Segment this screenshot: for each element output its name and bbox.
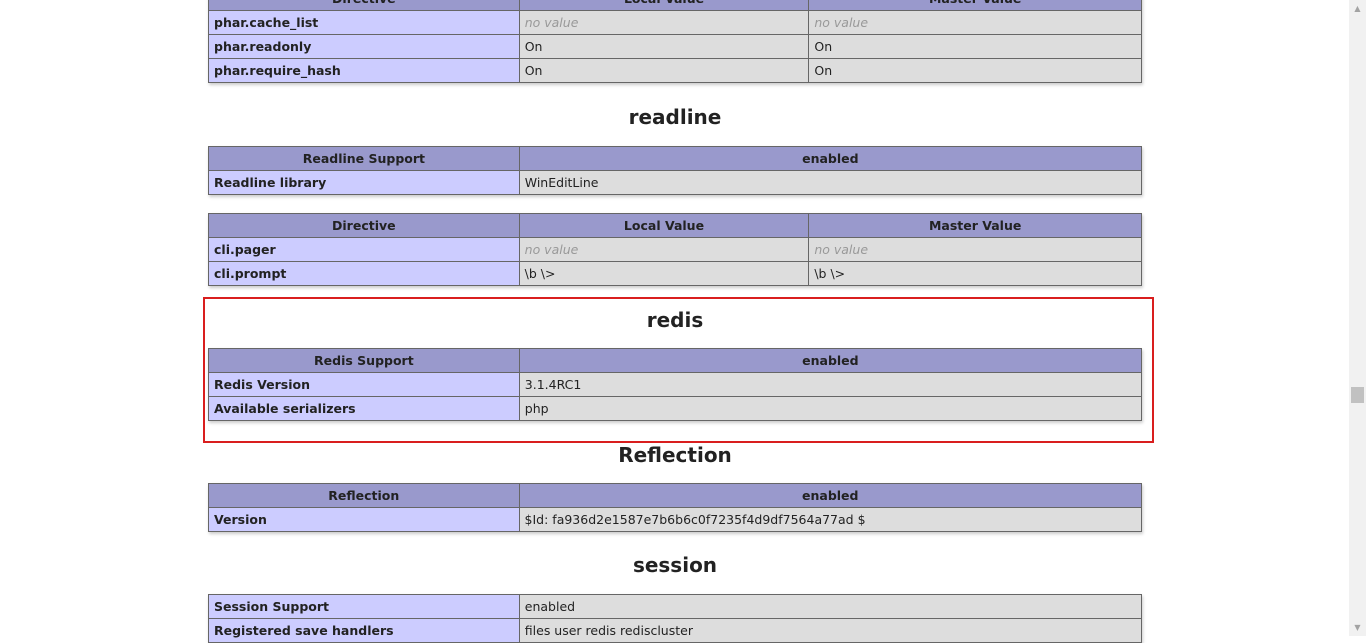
setting-value: 3.1.4RC1	[518, 372, 1143, 397]
directive-name: cli.prompt	[208, 261, 520, 286]
table-row: cli.prompt \b \> \b \>	[208, 261, 1142, 286]
table-header-row: Directive Local Value Master Value	[208, 0, 1142, 11]
scroll-up-arrow-icon[interactable]: ▲	[1349, 0, 1366, 17]
vertical-scrollbar[interactable]: ▲ ▼	[1349, 0, 1366, 636]
column-header: enabled	[518, 146, 1143, 171]
table-row: phar.cache_list no value no value	[208, 10, 1142, 35]
column-header: Redis Support	[208, 348, 520, 373]
directive-name: phar.cache_list	[208, 10, 520, 35]
column-header: Readline Support	[208, 146, 520, 171]
setting-value: $Id: fa936d2e1587e7b6b6c0f7235f4d9df7564…	[518, 507, 1143, 532]
setting-value: enabled	[518, 594, 1143, 619]
local-value: \b \>	[518, 261, 810, 286]
section-title-reflection: Reflection	[618, 443, 732, 467]
table-header-row: Readline Support enabled	[208, 146, 1143, 171]
readline-directives-table: Directive Local Value Master Value cli.p…	[208, 213, 1142, 286]
table-header-row: Directive Local Value Master Value	[208, 213, 1142, 238]
table-row: phar.require_hash On On	[208, 58, 1142, 83]
setting-name: Readline library	[208, 170, 520, 195]
phar-directives-table: Directive Local Value Master Value phar.…	[208, 0, 1142, 83]
table-row: Version $Id: fa936d2e1587e7b6b6c0f7235f4…	[208, 507, 1143, 532]
setting-value: files user redis rediscluster	[518, 618, 1143, 643]
column-header: Master Value	[808, 213, 1142, 238]
directive-name: cli.pager	[208, 237, 520, 262]
setting-value: php	[518, 396, 1143, 421]
setting-name: Session Support	[208, 594, 520, 619]
redis-info-table: Redis Support enabled Redis Version 3.1.…	[208, 348, 1143, 421]
master-value: On	[808, 58, 1142, 83]
readline-info-table: Readline Support enabled Readline librar…	[208, 146, 1143, 195]
table-row: Registered save handlers files user redi…	[208, 618, 1143, 643]
setting-name: Redis Version	[208, 372, 520, 397]
table-header-row: Redis Support enabled	[208, 348, 1143, 373]
scrollbar-thumb[interactable]	[1351, 387, 1364, 403]
master-value: On	[808, 34, 1142, 59]
section-title-readline: readline	[628, 105, 722, 129]
column-header: enabled	[518, 483, 1143, 508]
section-title-redis: redis	[646, 308, 704, 332]
setting-value: WinEditLine	[518, 170, 1143, 195]
table-header-row: Reflection enabled	[208, 483, 1143, 508]
section-title-session: session	[632, 553, 718, 577]
directive-name: phar.readonly	[208, 34, 520, 59]
column-header: Directive	[208, 213, 520, 238]
setting-name: Registered save handlers	[208, 618, 520, 643]
reflection-info-table: Reflection enabled Version $Id: fa936d2e…	[208, 483, 1143, 532]
column-header: Master Value	[808, 0, 1142, 11]
column-header: Directive	[208, 0, 520, 11]
local-value: no value	[518, 237, 810, 262]
table-row: Readline library WinEditLine	[208, 170, 1143, 195]
local-value: On	[518, 58, 810, 83]
setting-name: Available serializers	[208, 396, 520, 421]
local-value: no value	[518, 10, 810, 35]
table-row: Available serializers php	[208, 396, 1143, 421]
table-row: cli.pager no value no value	[208, 237, 1142, 262]
table-row: phar.readonly On On	[208, 34, 1142, 59]
master-value: \b \>	[808, 261, 1142, 286]
local-value: On	[518, 34, 810, 59]
column-header: enabled	[518, 348, 1143, 373]
scroll-down-arrow-icon[interactable]: ▼	[1349, 619, 1366, 636]
table-row: Redis Version 3.1.4RC1	[208, 372, 1143, 397]
setting-name: Version	[208, 507, 520, 532]
column-header: Reflection	[208, 483, 520, 508]
master-value: no value	[808, 237, 1142, 262]
column-header: Local Value	[518, 0, 810, 11]
master-value: no value	[808, 10, 1142, 35]
table-row: Session Support enabled	[208, 594, 1143, 619]
phpinfo-page: Directive Local Value Master Value phar.…	[0, 0, 1349, 643]
directive-name: phar.require_hash	[208, 58, 520, 83]
column-header: Local Value	[518, 213, 810, 238]
